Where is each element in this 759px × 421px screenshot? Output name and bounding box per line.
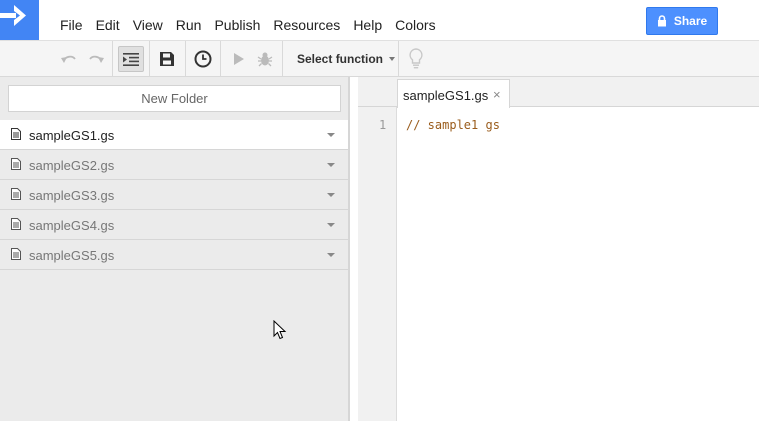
redo-button[interactable] bbox=[83, 46, 109, 72]
file-item[interactable]: sampleGS4.gs bbox=[0, 210, 349, 240]
line-number: 1 bbox=[379, 118, 387, 132]
chevron-down-icon bbox=[389, 57, 396, 61]
undo-icon bbox=[61, 55, 76, 63]
toolbar-divider bbox=[185, 41, 186, 77]
lock-icon bbox=[657, 15, 666, 27]
toolbar-divider bbox=[398, 41, 399, 77]
menu-help[interactable]: Help bbox=[353, 17, 382, 33]
file-name: sampleGS4.gs bbox=[29, 218, 115, 233]
toolbar: Select function bbox=[0, 40, 759, 77]
app-logo[interactable] bbox=[0, 0, 39, 41]
document-icon bbox=[11, 248, 21, 260]
share-button[interactable]: Share bbox=[646, 7, 718, 35]
run-button[interactable] bbox=[226, 46, 252, 72]
bug-icon bbox=[257, 52, 273, 67]
tips-button[interactable] bbox=[404, 46, 428, 72]
chevron-down-icon[interactable] bbox=[327, 223, 335, 227]
code-editor[interactable]: // sample1 gs bbox=[406, 118, 500, 132]
document-icon bbox=[11, 188, 21, 200]
chevron-down-icon[interactable] bbox=[327, 133, 335, 137]
file-name: sampleGS3.gs bbox=[29, 188, 115, 203]
undo-button[interactable] bbox=[56, 46, 82, 72]
menu-colors[interactable]: Colors bbox=[395, 17, 435, 33]
run-icon bbox=[234, 53, 244, 65]
file-item[interactable]: sampleGS5.gs bbox=[0, 240, 349, 270]
share-label: Share bbox=[673, 14, 708, 28]
tab-samplegs1[interactable]: sampleGS1.gs × bbox=[397, 79, 510, 108]
file-list: sampleGS1.gs sampleGS2.gs sampleGS3.gs s… bbox=[0, 120, 349, 270]
toolbar-divider bbox=[282, 41, 283, 77]
chevron-down-icon[interactable] bbox=[327, 193, 335, 197]
triggers-button[interactable] bbox=[190, 46, 216, 72]
document-icon bbox=[11, 158, 21, 170]
indent-icon bbox=[123, 52, 139, 66]
arrow-right-icon bbox=[0, 5, 26, 26]
save-button[interactable] bbox=[154, 46, 180, 72]
file-name: sampleGS5.gs bbox=[29, 248, 115, 263]
menu-bar: File Edit View Run Publish Resources Hel… bbox=[0, 0, 759, 41]
file-item[interactable]: sampleGS2.gs bbox=[0, 150, 349, 180]
file-item[interactable]: sampleGS1.gs bbox=[0, 120, 349, 150]
file-panel: New Folder sampleGS1.gs sampleGS2.gs sam… bbox=[0, 77, 349, 421]
editor-tab-bar: sampleGS1.gs × bbox=[358, 77, 759, 108]
line-number-gutter bbox=[358, 107, 397, 421]
menu-file[interactable]: File bbox=[60, 17, 83, 33]
main-menu: File Edit View Run Publish Resources Hel… bbox=[60, 17, 449, 33]
menu-run[interactable]: Run bbox=[176, 17, 202, 33]
file-item[interactable]: sampleGS3.gs bbox=[0, 180, 349, 210]
chevron-down-icon[interactable] bbox=[327, 253, 335, 257]
save-icon bbox=[160, 52, 174, 66]
select-function-label: Select function bbox=[297, 52, 384, 66]
panel-splitter[interactable] bbox=[348, 77, 350, 421]
document-icon bbox=[11, 218, 21, 230]
file-name: sampleGS2.gs bbox=[29, 158, 115, 173]
toolbar-divider bbox=[220, 41, 221, 77]
file-name: sampleGS1.gs bbox=[29, 128, 115, 143]
new-folder-button[interactable]: New Folder bbox=[8, 85, 341, 112]
lightbulb-icon bbox=[409, 48, 423, 69]
toolbar-divider bbox=[149, 41, 150, 77]
redo-icon bbox=[89, 55, 104, 63]
menu-edit[interactable]: Edit bbox=[96, 17, 120, 33]
menu-resources[interactable]: Resources bbox=[273, 17, 340, 33]
menu-view[interactable]: View bbox=[133, 17, 163, 33]
close-icon[interactable]: × bbox=[493, 88, 501, 101]
indent-toggle-button[interactable] bbox=[118, 46, 144, 72]
toolbar-divider bbox=[112, 41, 113, 77]
document-icon bbox=[11, 128, 21, 140]
debug-button[interactable] bbox=[252, 46, 278, 72]
select-function-dropdown[interactable]: Select function bbox=[297, 52, 396, 66]
chevron-down-icon[interactable] bbox=[327, 163, 335, 167]
menu-publish[interactable]: Publish bbox=[214, 17, 260, 33]
tab-label: sampleGS1.gs bbox=[403, 88, 489, 103]
clock-icon bbox=[194, 50, 212, 68]
mouse-cursor-icon bbox=[273, 320, 287, 340]
